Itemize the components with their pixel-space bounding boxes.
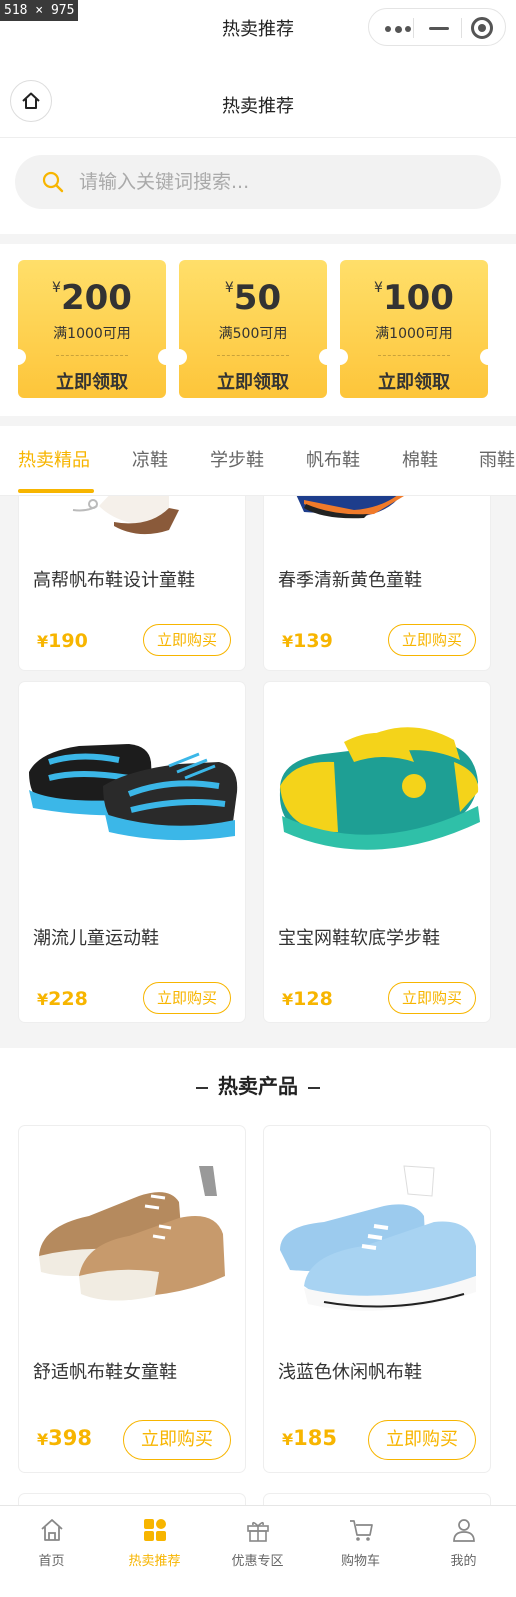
coupon-card[interactable]: ¥100 满1000可用 立即领取 [332, 260, 496, 398]
tab-canvas[interactable]: 帆布鞋 [306, 446, 360, 472]
tab-toddler[interactable]: 学步鞋 [210, 446, 264, 472]
nav-bar: 热卖推荐 [0, 54, 516, 138]
tab-sandals[interactable]: 凉鞋 [132, 446, 168, 472]
buy-button[interactable]: 立即购买 [368, 1420, 476, 1460]
product-name: 浅蓝色休闲帆布鞋 [278, 1362, 422, 1383]
search-bar[interactable] [15, 155, 501, 209]
coupon-card[interactable]: ¥200 满1000可用 立即领取 [10, 260, 174, 398]
product-card[interactable]: 舒适帆布鞋女童鞋 ¥398 立即购买 [19, 1126, 245, 1472]
search-icon [42, 171, 64, 193]
page-title: 热卖推荐 [222, 96, 294, 117]
coupon-amount: ¥200 [52, 278, 132, 318]
search-input[interactable] [79, 155, 479, 209]
coupon-condition: 满1000可用 [53, 326, 131, 342]
product-image [29, 744, 238, 841]
buy-button[interactable]: 立即购买 [143, 982, 231, 1014]
product-card[interactable]: 浅蓝色休闲帆布鞋 ¥185 立即购买 [264, 1126, 490, 1472]
buy-button[interactable]: 立即购买 [123, 1420, 231, 1460]
tabbar-label: 我的 [450, 1554, 477, 1569]
tab-indicator [18, 489, 94, 493]
product-name: 潮流儿童运动鞋 [33, 928, 159, 949]
product-name: 宝宝网鞋软底学步鞋 [278, 928, 440, 949]
product-card[interactable]: 春季清新黄色童鞋 ¥139 立即购买 [264, 496, 490, 670]
tab-hot[interactable]: 热卖精品 [18, 446, 90, 472]
product-price: ¥139 [282, 630, 333, 652]
product-price: ¥228 [37, 988, 88, 1010]
minimize-icon[interactable] [429, 27, 449, 30]
product-image [296, 496, 404, 519]
tabbar-label: 优惠专区 [231, 1554, 284, 1569]
more-icon[interactable] [385, 25, 411, 33]
product-image [279, 727, 480, 850]
size-tag: 518 × 975 [0, 0, 79, 21]
tabbar-label: 购物车 [340, 1554, 380, 1569]
tabbar-me[interactable]: 我的 [412, 1506, 515, 1597]
coupon-section: ¥200 满1000可用 立即领取 ¥50 满500可用 立即领取 ¥100 满… [0, 244, 516, 416]
product-image [72, 496, 179, 535]
coupon-condition: 满1000可用 [375, 326, 453, 342]
product-name: 春季清新黄色童鞋 [278, 570, 422, 591]
tabbar-cart[interactable]: 购物车 [309, 1506, 412, 1597]
tabbar-hot[interactable]: 热卖推荐 [103, 1506, 206, 1597]
search-section [0, 138, 516, 234]
cart-icon [350, 1520, 373, 1541]
page: 热卖推荐 518 × 975 热卖推荐 ¥200 满1000可用 立即领取 [0, 0, 516, 1597]
buy-button[interactable]: 立即购买 [388, 982, 476, 1014]
tabbar-offers[interactable]: 优惠专区 [206, 1506, 309, 1597]
product-card[interactable]: 宝宝网鞋软底学步鞋 ¥128 立即购买 [264, 682, 490, 1022]
home-icon [41, 1519, 63, 1541]
section-title: 热卖产品 [0, 1070, 516, 1099]
claim-button[interactable]: 立即领取 [340, 368, 488, 394]
hot-products-section: 热卖产品 舒适帆布鞋女童鞋 ¥398 立即购买 浅蓝色休闲帆布鞋 ¥185 立即… [0, 1048, 516, 1508]
product-card[interactable]: 高帮帆布鞋设计童鞋 ¥190 立即购买 [19, 496, 245, 670]
product-price: ¥185 [282, 1426, 337, 1450]
close-icon[interactable] [471, 17, 493, 39]
bottom-tab-bar: 首页 热卖推荐 优惠专区 购物车 我的 [0, 1505, 516, 1597]
product-image [280, 1165, 476, 1311]
coupon-amount: ¥50 [224, 278, 282, 318]
coupon-condition: 满500可用 [218, 326, 288, 342]
mini-program-capsule [368, 8, 506, 46]
user-icon [453, 1519, 475, 1542]
coupon-card[interactable]: ¥50 满500可用 立即领取 [171, 260, 335, 398]
tabbar-home[interactable]: 首页 [0, 1506, 103, 1597]
tab-rain[interactable]: 雨鞋 [479, 446, 515, 472]
tabbar-label: 热卖推荐 [128, 1554, 181, 1569]
product-card[interactable]: 潮流儿童运动鞋 ¥228 立即购买 [19, 682, 245, 1022]
buy-button[interactable]: 立即购买 [143, 624, 231, 656]
product-price: ¥190 [37, 630, 88, 652]
product-image [39, 1166, 225, 1301]
claim-button[interactable]: 立即领取 [179, 368, 327, 394]
gift-icon [247, 1521, 269, 1542]
product-grid: 高帮帆布鞋设计童鞋 ¥190 立即购买 春季清新黄色童鞋 ¥139 立即购买 潮… [0, 496, 516, 1038]
category-tabs: 热卖精品 凉鞋 学步鞋 帆布鞋 棉鞋 雨鞋 [0, 426, 516, 496]
claim-button[interactable]: 立即领取 [18, 368, 166, 394]
buy-button[interactable]: 立即购买 [388, 624, 476, 656]
tabbar-label: 首页 [38, 1554, 65, 1569]
coupon-amount: ¥100 [374, 278, 454, 318]
product-name: 舒适帆布鞋女童鞋 [33, 1362, 177, 1383]
tab-cotton[interactable]: 棉鞋 [402, 446, 438, 472]
product-price: ¥398 [37, 1426, 92, 1450]
product-name: 高帮帆布鞋设计童鞋 [33, 570, 195, 591]
grid-icon [144, 1519, 166, 1541]
product-price: ¥128 [282, 988, 333, 1010]
